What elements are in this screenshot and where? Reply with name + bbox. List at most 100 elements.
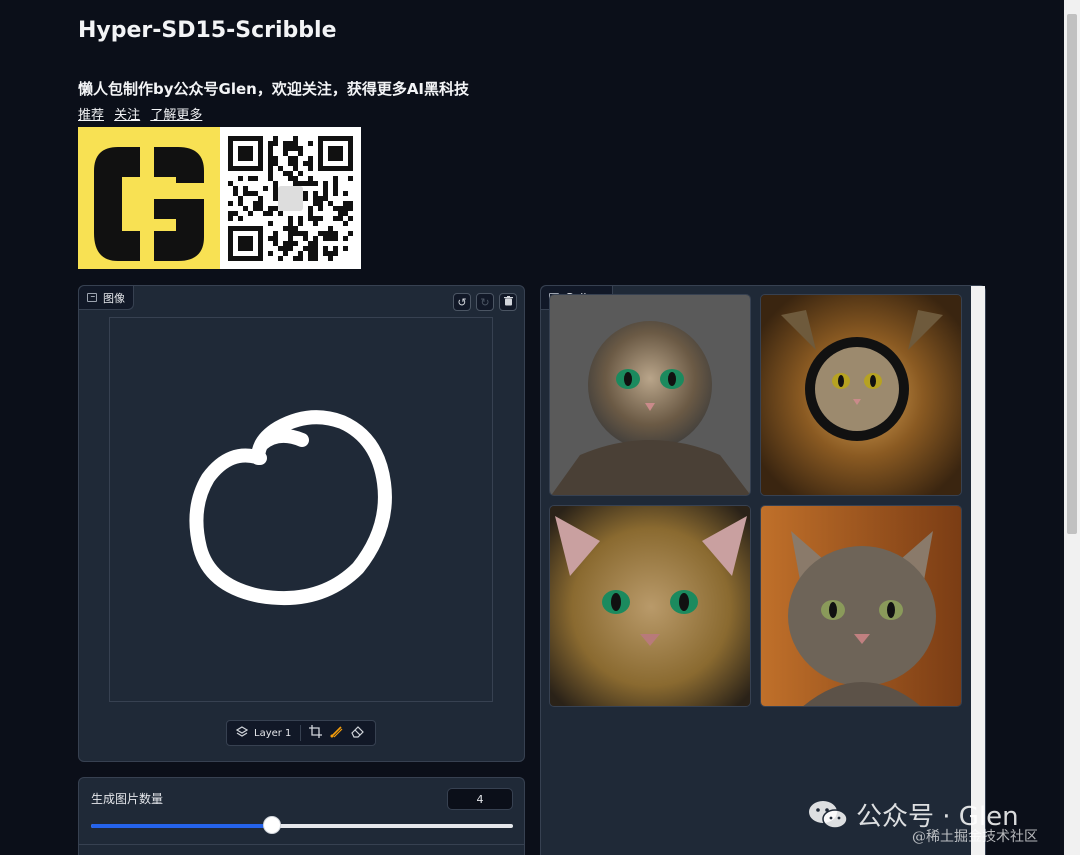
qr-module [348, 176, 353, 181]
qr-module [298, 256, 303, 261]
qr-module [323, 196, 328, 201]
undo-button[interactable]: ↺ [453, 293, 471, 311]
qr-module [328, 256, 333, 261]
header-link-1[interactable]: 推荐 [78, 108, 104, 123]
num-images-input[interactable]: 4 [447, 788, 513, 810]
redo-button[interactable]: ↻ [476, 293, 494, 311]
image-editor-panel: 图像 ↺ ↻ Layer 1 [78, 285, 525, 762]
qr-module [228, 201, 233, 206]
qr-module [338, 211, 343, 216]
eraser-icon[interactable] [351, 725, 365, 741]
qr-module [323, 191, 328, 196]
qr-module [333, 191, 338, 196]
qr-module [328, 201, 333, 206]
qr-module [283, 246, 288, 251]
qr-module [273, 181, 278, 186]
qr-module [268, 236, 273, 241]
qr-module [333, 246, 338, 251]
qr-module [283, 141, 288, 146]
layer-toolbar: Layer 1 [226, 720, 376, 746]
header-link-3[interactable]: 了解更多 [150, 108, 202, 123]
gallery-image-3[interactable] [549, 505, 751, 707]
qr-module [263, 211, 268, 216]
layer-selector[interactable]: Layer 1 [227, 721, 300, 745]
qr-module [253, 176, 258, 181]
redo-icon: ↻ [480, 295, 490, 309]
qr-module [313, 221, 318, 226]
qr-module [308, 161, 313, 166]
qr-module [298, 231, 303, 236]
qr-module [313, 251, 318, 256]
brush-icon[interactable] [330, 725, 343, 741]
qr-module [268, 156, 273, 161]
qr-module [308, 206, 313, 211]
qr-module [268, 206, 273, 211]
qr-module [293, 231, 298, 236]
qr-module [323, 186, 328, 191]
qr-module [238, 176, 243, 181]
gallery-image-2[interactable] [760, 294, 962, 496]
header-link-2[interactable]: 关注 [114, 108, 140, 123]
qr-module [303, 231, 308, 236]
qr-module [293, 166, 298, 171]
qr-module [343, 236, 348, 241]
qr-module [243, 191, 248, 196]
qr-module [228, 211, 233, 216]
qr-module [343, 201, 348, 206]
qr-module [348, 231, 353, 236]
qr-module [288, 221, 293, 226]
qr-module [253, 206, 258, 211]
page-title: Hyper-SD15-Scribble [78, 18, 337, 43]
settings-panel: 生成图片数量 4 [78, 777, 525, 855]
qr-module [293, 226, 298, 231]
watermark-sub: @稀土掘金技术社区 [912, 829, 1038, 845]
qr-module [293, 136, 298, 141]
qr-module [313, 191, 318, 196]
page-scrollbar[interactable] [1064, 0, 1080, 855]
drawing-canvas[interactable] [109, 317, 493, 702]
qr-module [318, 196, 323, 201]
gallery-scrollbar[interactable] [971, 286, 985, 855]
qr-code [220, 127, 361, 269]
qr-module [313, 256, 318, 261]
qr-module [313, 201, 318, 206]
qr-module [328, 251, 333, 256]
qr-module [288, 146, 293, 151]
settings-divider [79, 844, 524, 845]
gallery-image-4[interactable] [760, 505, 962, 707]
qr-module [268, 221, 273, 226]
qr-module [273, 136, 278, 141]
qr-module [293, 156, 298, 161]
trash-icon [503, 295, 513, 309]
crop-icon[interactable] [309, 725, 323, 741]
qr-module [308, 166, 313, 171]
qr-module [293, 141, 298, 146]
qr-module [238, 196, 243, 201]
num-images-slider[interactable] [91, 816, 513, 834]
clear-button[interactable] [499, 293, 517, 311]
qr-module [268, 161, 273, 166]
qr-module [278, 166, 283, 171]
gallery-image-1[interactable] [549, 294, 751, 496]
qr-module [303, 246, 308, 251]
qr-finder [238, 236, 253, 251]
page-scrollbar-thumb[interactable] [1067, 14, 1077, 534]
qr-module [273, 191, 278, 196]
slider-fill [91, 824, 273, 828]
qr-module [288, 156, 293, 161]
qr-module [288, 226, 293, 231]
qr-module [298, 251, 303, 256]
qr-module [323, 246, 328, 251]
slider-thumb[interactable] [263, 816, 282, 834]
qr-module [293, 256, 298, 261]
qr-module [253, 191, 258, 196]
qr-module [258, 201, 263, 206]
qr-module [313, 216, 318, 221]
qr-module [278, 211, 283, 216]
qr-module [283, 151, 288, 156]
qr-module [308, 176, 313, 181]
qr-module [283, 146, 288, 151]
qr-module [268, 151, 273, 156]
qr-module [318, 201, 323, 206]
brand-logo [78, 127, 220, 269]
